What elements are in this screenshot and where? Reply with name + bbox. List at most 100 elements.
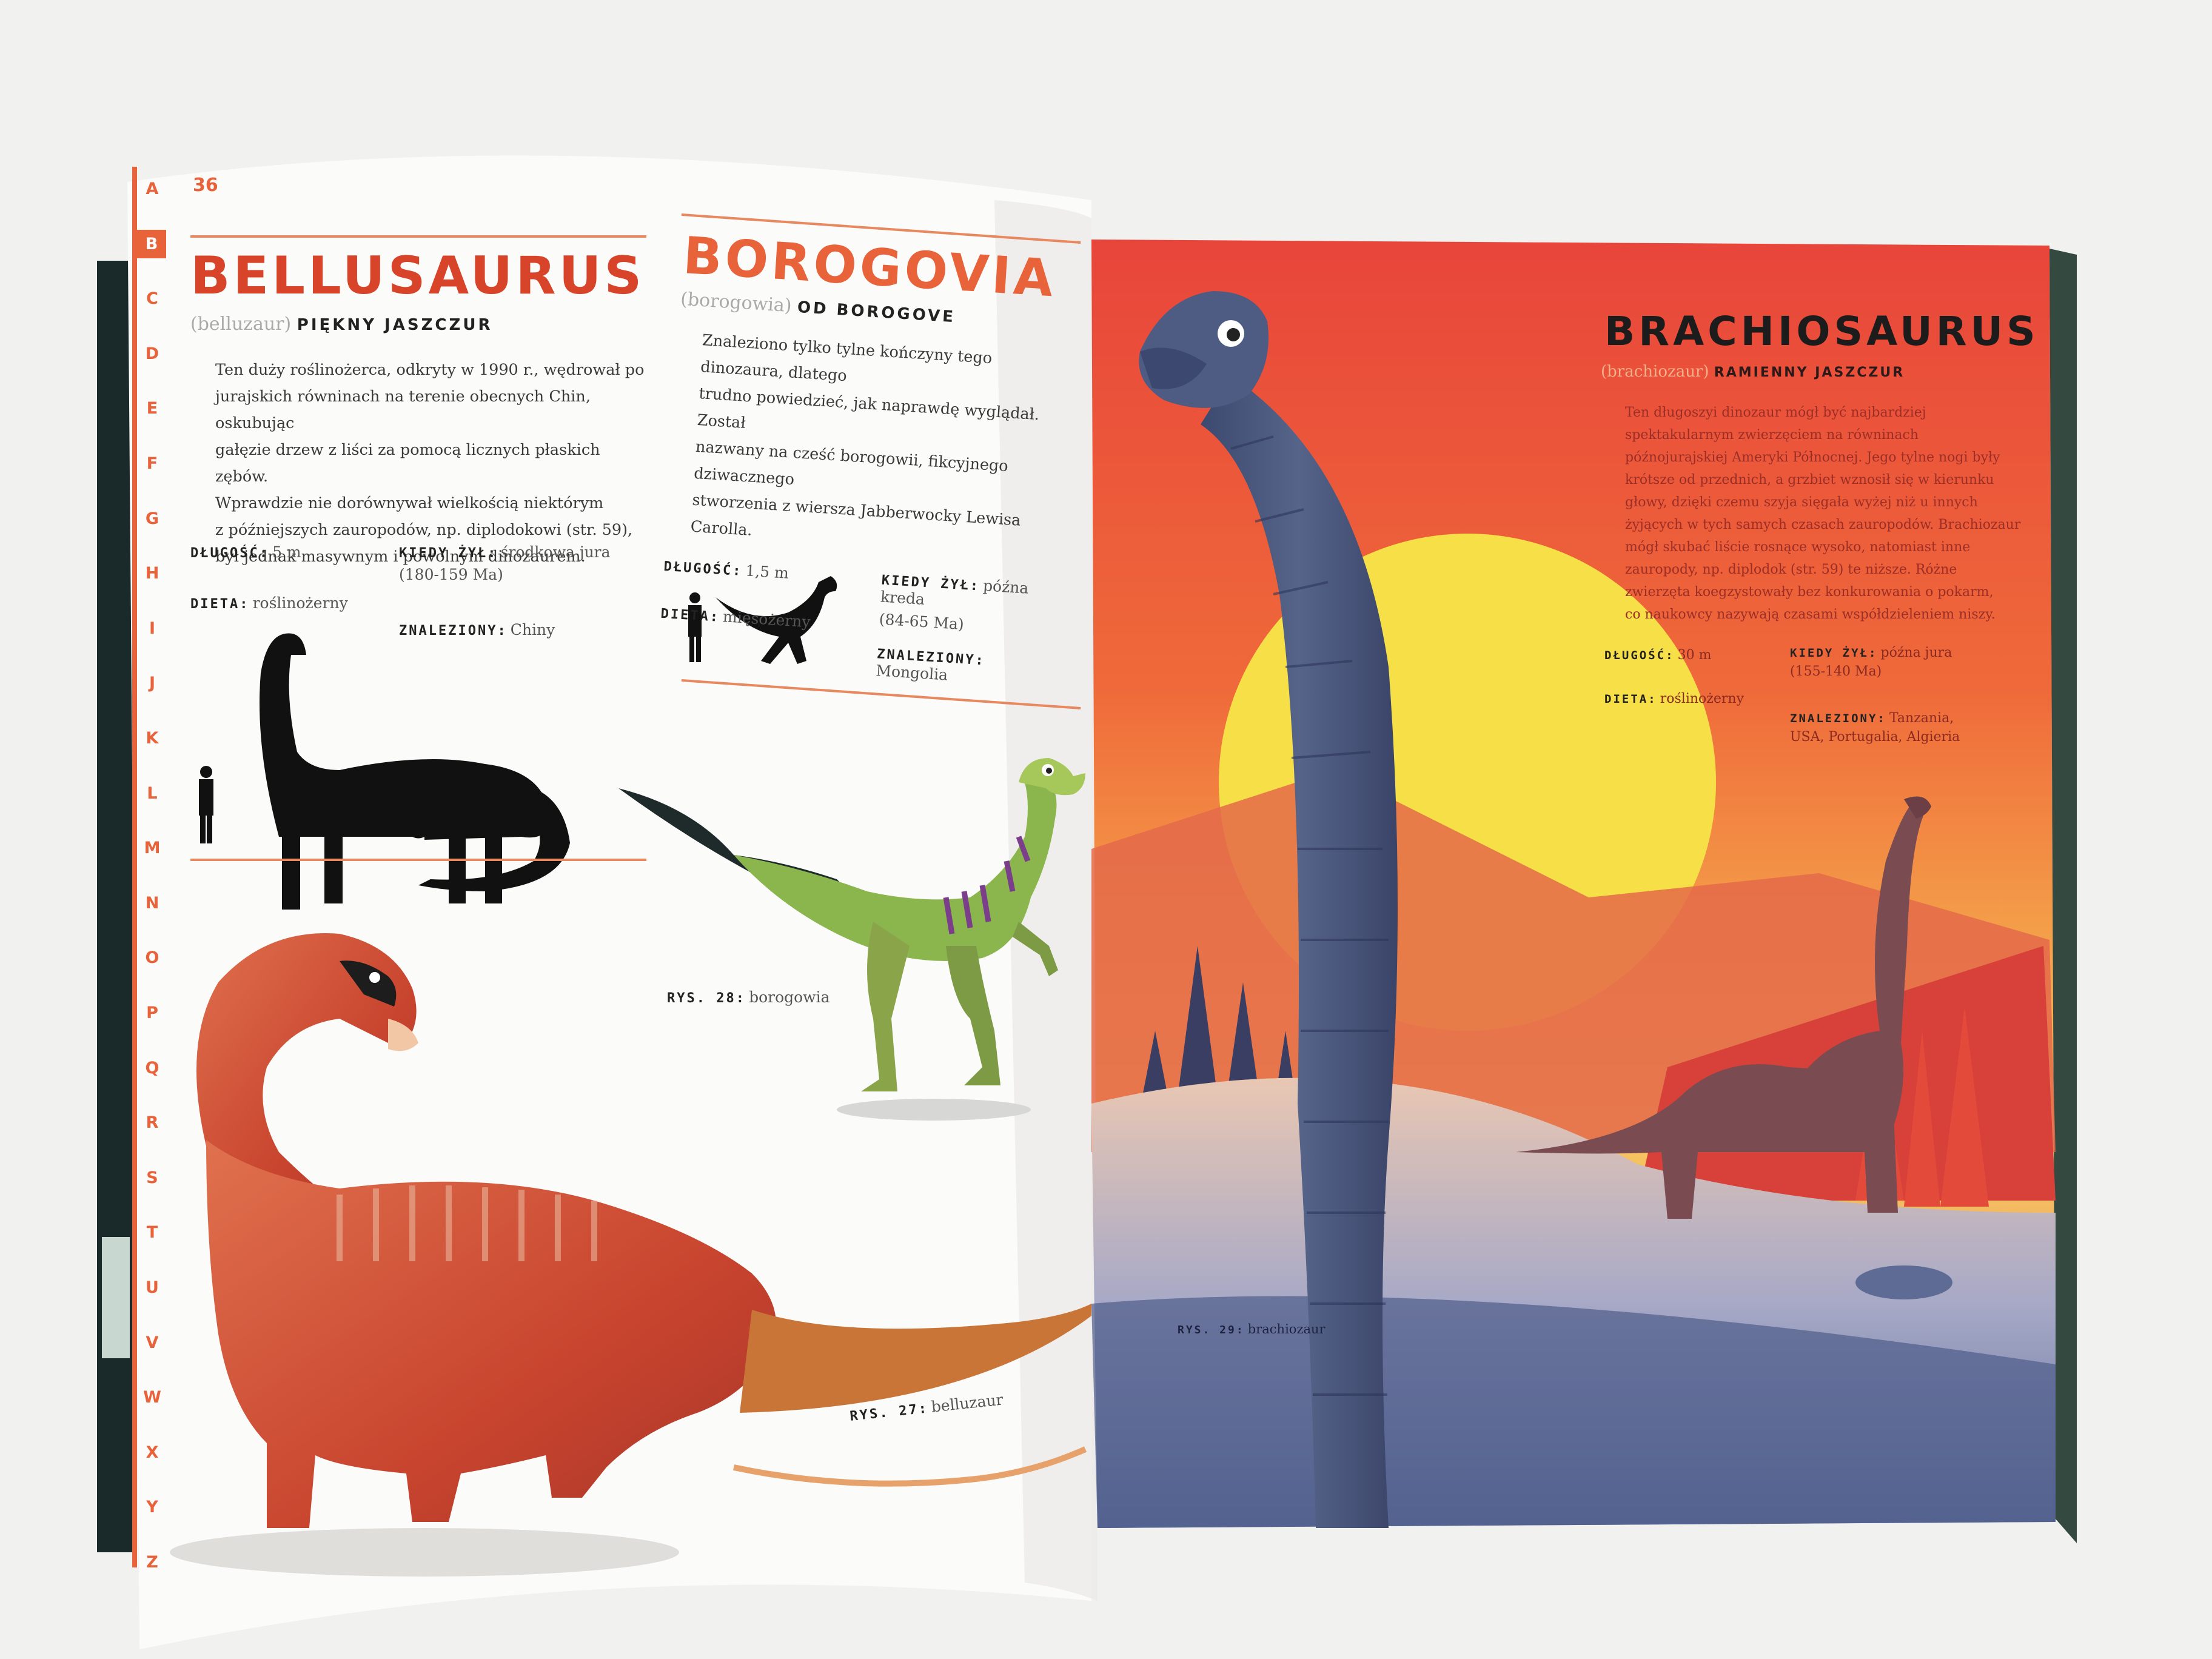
alphabet-letter-x: X xyxy=(146,1443,159,1462)
brachiosaurus-line: zauropody, np. diplodok (str. 59) te niż… xyxy=(1625,562,1957,577)
length-value: 1,5 m xyxy=(745,561,789,582)
brachiosaurus-diet: DIETA: roślinożerny xyxy=(1604,691,1744,706)
diet-label: DIETA: xyxy=(1604,692,1657,706)
brachiosaurus-title: BRACHIOSAURUS xyxy=(1604,308,2039,355)
alphabet-letter-y: Y xyxy=(146,1498,158,1517)
bellusaurus-meaning: PIĘKNY JASZCZUR xyxy=(297,316,493,334)
borogovia-caption: RYS. 28: borogowia xyxy=(667,988,830,1006)
borogovia-description: Znaleziono tylko tylne kończyny tego din… xyxy=(689,327,1078,563)
diet-value: mięsożerny xyxy=(722,608,811,631)
bellusaurus-line: Ten duży roślinożerca, odkryty w 1990 r.… xyxy=(215,361,645,379)
diet-value: roślinożerny xyxy=(1660,691,1744,706)
found-label: ZNALEZIONY: xyxy=(1790,712,1886,725)
length-label: DŁUGOŚĆ: xyxy=(1604,649,1675,662)
borogovia-found: ZNALEZIONY: Mongolia xyxy=(876,646,1059,691)
length-label: DŁUGOŚĆ: xyxy=(190,546,269,561)
found-value: Chiny xyxy=(510,621,555,638)
alphabet-letter-n: N xyxy=(145,893,159,913)
when-range: (180-159 Ma) xyxy=(399,566,503,583)
alphabet-letter-a: A xyxy=(146,179,159,198)
alphabet-letter-z: Z xyxy=(146,1553,158,1572)
borogovia-diet: DIETA: mięsożerny xyxy=(660,604,811,631)
alphabet-tab-bar xyxy=(132,167,137,1567)
bellusaurus-line: z późniejszych zauropodów, np. diplodoko… xyxy=(215,521,633,539)
length-value: 30 m xyxy=(1677,648,1712,663)
borogovia-pronunciation: (borogowia) xyxy=(680,288,793,317)
alphabet-letter-g: G xyxy=(145,509,159,528)
bellusaurus-when: KIEDY ŻYŁ: środkowa jura (180-159 Ma) xyxy=(399,543,611,583)
alphabet-letter-p: P xyxy=(146,1004,158,1022)
alphabet-letter-s: S xyxy=(146,1168,158,1187)
alphabet-letter-q: Q xyxy=(145,1058,159,1078)
brachiosaurus-line: spektakularnym zwierzęciem na równinach xyxy=(1625,427,1919,443)
alphabet-letter-o: O xyxy=(145,948,159,968)
alphabet-letter-f: F xyxy=(146,454,158,473)
when-label: KIEDY ŻYŁ: xyxy=(1790,646,1878,660)
alphabet-letter-l: L xyxy=(147,783,158,803)
brachiosaurus-line: głowy, dzięki czemu szyja sięgała wyżej … xyxy=(1625,495,1978,510)
brachiosaurus-line: Ten długoszyi dinozaur mógł być najbardz… xyxy=(1625,405,1926,420)
alphabet-letter-e: E xyxy=(146,399,158,418)
brachiosaurus-line: co naukowcy nazywają czasami współdziele… xyxy=(1625,607,1996,622)
bellusaurus-found: ZNALEZIONY: Chiny xyxy=(399,621,555,638)
brachiosaurus-line: żyjących w tych samych czasach zauropodó… xyxy=(1625,517,2021,532)
when-value: środkowa jura xyxy=(500,543,611,561)
alphabet-letter-r: R xyxy=(146,1113,159,1133)
alphabet-letter-k: K xyxy=(146,729,159,748)
borogovia-meaning: OD BOROGOVE xyxy=(797,298,956,327)
bellusaurus-line: gałęzie drzew z liści za pomocą licznych… xyxy=(215,441,600,486)
diet-label: DIETA: xyxy=(660,606,720,625)
alphabet-letter-h: H xyxy=(145,564,159,583)
alphabet-letter-m: M xyxy=(144,839,161,858)
when-range: (155-140 Ma) xyxy=(1790,664,1882,679)
alphabet-letter-d: D xyxy=(145,344,159,363)
when-value: późna jura xyxy=(1880,645,1952,660)
diet-label: DIETA: xyxy=(190,597,250,612)
caption-label: RYS. 28: xyxy=(667,991,746,1006)
found-value-2: USA, Portugalia, Algieria xyxy=(1790,729,1960,745)
when-label: KIEDY ŻYŁ: xyxy=(399,546,498,561)
alphabet-letter-c: C xyxy=(146,289,158,309)
alphabet-letter-i: I xyxy=(149,618,156,638)
length-value: 5 m xyxy=(272,543,301,561)
bellusaurus-pronunciation: (belluzaur) xyxy=(190,313,292,335)
borogovia-when: KIEDY ŻYŁ: późna kreda (84-65 Ma) xyxy=(879,571,1064,640)
alphabet-letter-j: J xyxy=(149,674,156,693)
alphabet-letter-t: T xyxy=(146,1223,158,1242)
brachiosaurus-line: mógł skubać liście rosnące wysoko, natom… xyxy=(1625,540,1971,555)
bellusaurus-diet: DIETA: roślinożerny xyxy=(190,594,348,612)
alphabet-letter-v: V xyxy=(146,1333,159,1352)
alphabet-letter-b: B xyxy=(137,229,166,258)
found-value: Mongolia xyxy=(875,662,948,684)
brachiosaurus-line: późnojurajskiej Ameryki Północnej. Jego … xyxy=(1625,450,2000,465)
brachiosaurus-caption: RYS. 29: brachiozaur xyxy=(1178,1322,1326,1336)
when-range: (84-65 Ma) xyxy=(878,610,965,634)
alphabet-letter-w: W xyxy=(143,1388,161,1407)
brachiosaurus-meaning: RAMIENNY JASZCZUR xyxy=(1714,365,1905,380)
caption-value: brachiozaur xyxy=(1247,1322,1326,1336)
brachiosaurus-when: KIEDY ŻYŁ: późna jura (155-140 Ma) xyxy=(1790,645,1952,679)
borogovia-length: DŁUGOŚĆ: 1,5 m xyxy=(663,557,789,582)
brachiosaurus-length: DŁUGOŚĆ: 30 m xyxy=(1604,648,1711,663)
bellusaurus-line: jurajskich równinach na terenie obecnych… xyxy=(215,387,591,432)
borogovia-block: BOROGOVIA (borogowia) OD BOROGOVE Znalez… xyxy=(656,226,1085,715)
page-number: 36 xyxy=(193,175,218,196)
brachiosaurus-found: ZNALEZIONY: Tanzania, USA, Portugalia, A… xyxy=(1790,711,1960,745)
caption-label: RYS. 29: xyxy=(1178,1324,1245,1336)
bellusaurus-subtitle: (belluzaur) PIĘKNY JASZCZUR xyxy=(190,313,493,335)
alphabet-letter-u: U xyxy=(146,1278,159,1297)
bellusaurus-description: Ten duży roślinożerca, odkryty w 1990 r.… xyxy=(215,357,652,570)
found-label: ZNALEZIONY: xyxy=(399,623,508,638)
open-book-photo: A B C D E F G H I J K L M N O P Q R S T U V W X Y Z 36 BELLUSAURU… xyxy=(0,0,2212,1659)
bellusaurus-length: DŁUGOŚĆ: 5 m xyxy=(190,543,301,561)
caption-value: borogowia xyxy=(749,988,830,1006)
brachiosaurus-line: krótsze od przednich, a grzbiet wznosił … xyxy=(1625,472,1994,488)
bellusaurus-bottom-rule xyxy=(190,859,646,861)
bellusaurus-line: Wprawdzie nie dorównywał wielkością niek… xyxy=(215,494,604,512)
length-label: DŁUGOŚĆ: xyxy=(663,558,743,580)
bellusaurus-title: BELLUSAURUS xyxy=(190,246,645,306)
brachiosaurus-description: Ten długoszyi dinozaur mógł być najbardz… xyxy=(1625,401,2020,626)
brachiosaurus-line: zwierzęta koegzystowały bez konkurowania… xyxy=(1625,585,1994,600)
found-value: Tanzania, xyxy=(1889,711,1954,726)
brachiosaurus-subtitle: (brachiozaur) RAMIENNY JASZCZUR xyxy=(1601,363,1905,381)
